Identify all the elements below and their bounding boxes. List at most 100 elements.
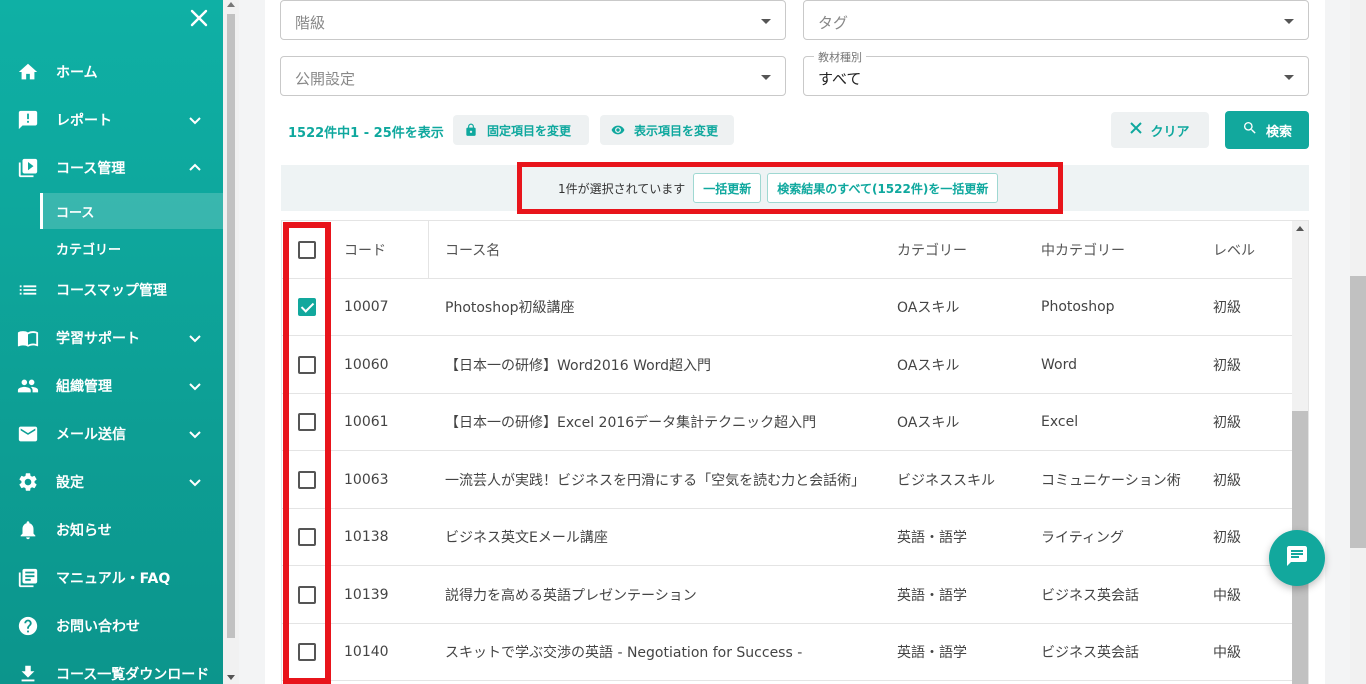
cell-category: 英語・語学 bbox=[897, 645, 967, 661]
course-table: コード コース名 カテゴリー 中カテゴリー レベル 10007 Photosho… bbox=[281, 220, 1309, 684]
table-row[interactable]: 10060 【日本一の研修】Word2016 Word超入門 OAスキル Wor… bbox=[282, 336, 1292, 394]
chat-button[interactable] bbox=[1269, 530, 1325, 586]
table-row[interactable]: 10140 スキットで学ぶ交渉の英語 - Negotiation for Suc… bbox=[282, 624, 1292, 681]
cell-subcategory: ビジネス英会話 bbox=[1041, 645, 1139, 661]
table-row[interactable]: 10061 【日本一の研修】Excel 2016データ集計テクニック超入門 OA… bbox=[282, 394, 1292, 451]
sidebar-scrollbar[interactable] bbox=[223, 0, 239, 684]
sidebar-item-report[interactable]: レポート bbox=[0, 100, 223, 140]
change-fixed-items-button[interactable]: 固定項目を変更 bbox=[453, 115, 589, 145]
sidebar-item-label: お知らせ bbox=[56, 523, 112, 539]
cell-subcategory: Photoshop bbox=[1041, 299, 1115, 315]
sidebar-item-download[interactable]: コース一覧ダウンロード bbox=[0, 654, 223, 684]
publish-select[interactable]: 公開設定 bbox=[280, 56, 786, 96]
sidebar-item-settings[interactable]: 設定 bbox=[0, 462, 223, 502]
people-icon bbox=[16, 374, 40, 398]
table-row[interactable]: 10139 説得力を高める英語プレゼンテーション 英語・語学 ビジネス英会話 中… bbox=[282, 566, 1292, 624]
cell-code: 10140 bbox=[344, 644, 389, 660]
scroll-up-icon[interactable] bbox=[227, 2, 235, 7]
cell-name[interactable]: Photoshop初級講座 bbox=[445, 279, 575, 335]
search-icon bbox=[1242, 120, 1258, 140]
table-row[interactable]: 10138 ビジネス英文Eメール講座 英語・語学 ライティング 初級 bbox=[282, 509, 1292, 566]
cell-name[interactable]: 【日本一の研修】Word2016 Word超入門 bbox=[445, 336, 711, 393]
header-category[interactable]: カテゴリー bbox=[897, 221, 967, 278]
table-scrollbar[interactable] bbox=[1292, 221, 1308, 684]
cell-level: 初級 bbox=[1213, 300, 1241, 316]
chevron-down-icon bbox=[186, 329, 204, 347]
chevron-down-icon bbox=[186, 473, 204, 491]
cell-name[interactable]: 説得力を高める英語プレゼンテーション bbox=[445, 566, 697, 623]
change-display-items-label: 表示項目を変更 bbox=[634, 123, 719, 138]
sidebar-item-contact[interactable]: お問い合わせ bbox=[0, 606, 223, 646]
tag-select[interactable]: タグ bbox=[803, 0, 1309, 40]
grade-select[interactable]: 階級 bbox=[280, 0, 786, 40]
caret-down-icon bbox=[761, 19, 771, 24]
header-level[interactable]: レベル bbox=[1213, 221, 1255, 278]
mail-icon bbox=[16, 422, 40, 446]
cell-level: 初級 bbox=[1213, 472, 1241, 489]
sidebar-item-organization[interactable]: 組織管理 bbox=[0, 366, 223, 406]
sidebar-item-course-management[interactable]: コース管理 bbox=[0, 148, 223, 188]
checkbox-column-highlight bbox=[283, 222, 331, 684]
sidebar-item-manual[interactable]: マニュアル・FAQ bbox=[0, 558, 223, 598]
clear-label: クリア bbox=[1150, 124, 1190, 140]
caret-down-icon bbox=[1284, 75, 1294, 80]
course-icon bbox=[16, 156, 40, 180]
chat-icon bbox=[1285, 544, 1309, 572]
clear-button[interactable]: クリア bbox=[1111, 112, 1209, 148]
bulk-update-all-button[interactable]: 検索結果のすべて(1522件)を一括更新 bbox=[767, 173, 999, 203]
sidebar-item-learning-support[interactable]: 学習サポート bbox=[0, 318, 223, 358]
cell-category: OAスキル bbox=[897, 415, 960, 431]
sidebar-item-label: コースマップ管理 bbox=[56, 283, 167, 299]
cell-subcategory: ビジネス英会話 bbox=[1041, 587, 1139, 604]
sidebar-subitem-label: カテゴリー bbox=[56, 242, 122, 258]
sidebar-subitem-label: コース bbox=[56, 205, 95, 221]
cell-code: 10063 bbox=[344, 471, 389, 488]
scroll-up-icon[interactable] bbox=[1296, 226, 1304, 231]
header-code[interactable]: コード bbox=[344, 221, 386, 278]
home-icon bbox=[16, 60, 40, 84]
sidebar-subitem-course[interactable]: コース bbox=[40, 193, 223, 229]
publish-placeholder: 公開設定 bbox=[295, 70, 356, 88]
cell-name[interactable]: ビジネス英文Eメール講座 bbox=[445, 509, 608, 565]
bell-icon bbox=[16, 518, 40, 542]
sidebar-item-course-map[interactable]: コースマップ管理 bbox=[0, 270, 223, 310]
change-display-items-button[interactable]: 表示項目を変更 bbox=[600, 115, 734, 145]
cell-name[interactable]: スキットで学ぶ交渉の英語 - Negotiation for Success - bbox=[445, 624, 802, 680]
sidebar-item-home[interactable]: ホーム bbox=[0, 52, 223, 92]
cell-code: 10007 bbox=[344, 299, 389, 315]
scrollbar-thumb[interactable] bbox=[1350, 276, 1366, 548]
sidebar-item-notice[interactable]: お知らせ bbox=[0, 510, 223, 550]
cell-code: 10139 bbox=[344, 586, 389, 603]
table-row[interactable]: 10063 一流芸人が実践！ビジネスを円滑にする「空気を読む力と会話術」 ビジネ… bbox=[282, 451, 1292, 509]
header-name[interactable]: コース名 bbox=[445, 221, 500, 278]
search-button[interactable]: 検索 bbox=[1225, 111, 1309, 149]
cell-level: 中級 bbox=[1213, 587, 1241, 604]
chevron-down-icon bbox=[186, 425, 204, 443]
close-icon bbox=[1130, 122, 1143, 138]
sidebar-item-label: 学習サポート bbox=[56, 331, 140, 347]
selection-count-text: 1件が選択されています bbox=[558, 181, 686, 196]
table-row[interactable]: 10007 Photoshop初級講座 OAスキル Photoshop 初級 bbox=[282, 279, 1292, 336]
help-icon bbox=[16, 614, 40, 638]
grade-placeholder: 階級 bbox=[295, 14, 326, 32]
cell-code: 10138 bbox=[344, 529, 389, 545]
sidebar-subitem-category[interactable]: カテゴリー bbox=[40, 230, 223, 266]
material-type-select[interactable]: 教材種別 すべて bbox=[803, 49, 1309, 96]
cell-name[interactable]: 【日本一の研修】Excel 2016データ集計テクニック超入門 bbox=[445, 394, 816, 450]
sidebar-item-label: コース一覧ダウンロード bbox=[56, 667, 210, 683]
page-scrollbar[interactable] bbox=[1350, 0, 1366, 684]
cell-name[interactable]: 一流芸人が実践！ビジネスを円滑にする「空気を読む力と会話術」 bbox=[445, 451, 865, 508]
scrollbar-thumb[interactable] bbox=[227, 14, 235, 638]
column-divider bbox=[428, 221, 429, 279]
scroll-down-icon[interactable] bbox=[227, 675, 235, 680]
cell-level: 中級 bbox=[1213, 645, 1241, 661]
cell-level: 初級 bbox=[1213, 415, 1241, 431]
header-subcategory[interactable]: 中カテゴリー bbox=[1041, 221, 1125, 278]
sidebar-item-mail[interactable]: メール送信 bbox=[0, 414, 223, 454]
cell-category: ビジネススキル bbox=[897, 472, 995, 489]
list-icon bbox=[16, 278, 40, 302]
search-label: 検索 bbox=[1265, 124, 1292, 140]
bulk-update-button[interactable]: 一括更新 bbox=[693, 173, 762, 203]
cell-category: 英語・語学 bbox=[897, 587, 967, 604]
close-icon[interactable] bbox=[186, 8, 212, 34]
